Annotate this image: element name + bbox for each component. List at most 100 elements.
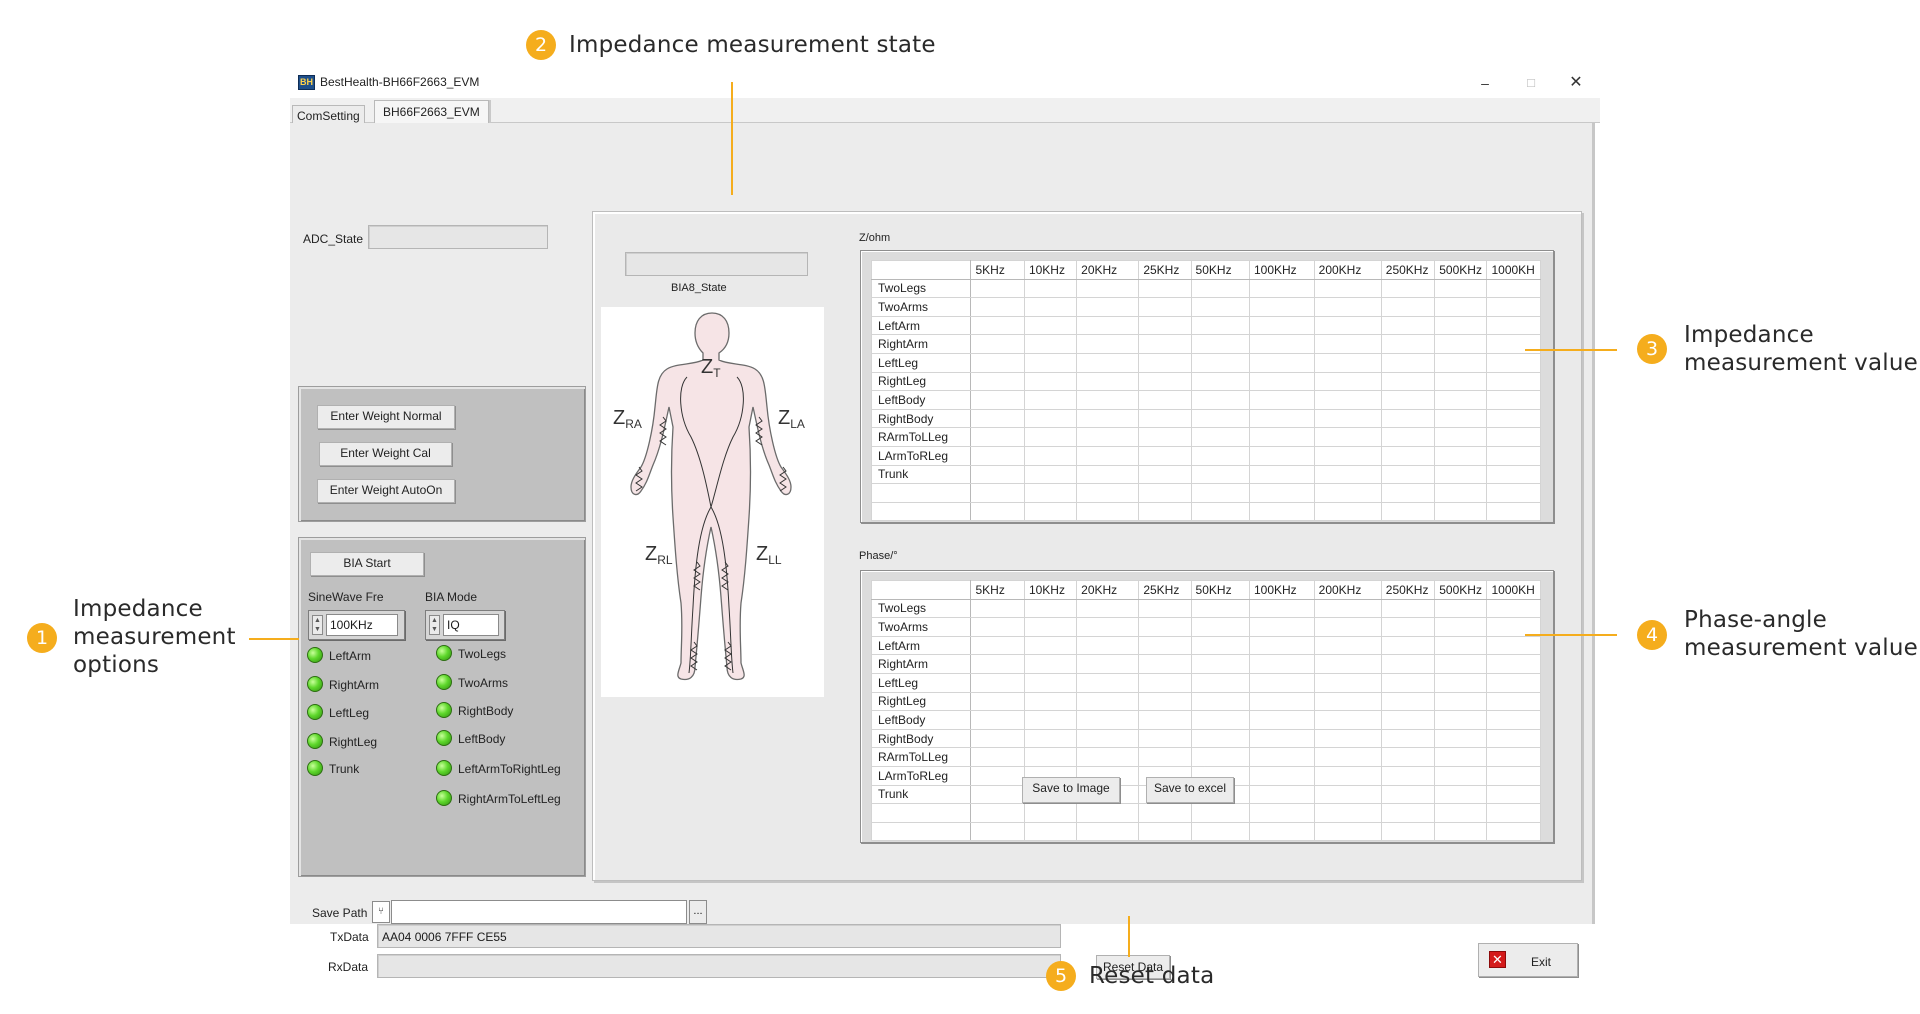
close-button[interactable]: ✕ <box>1556 71 1596 95</box>
table-cell[interactable] <box>1190 710 1250 730</box>
table-cell[interactable] <box>1434 445 1488 466</box>
enter-weight-cal-button[interactable]: Enter Weight Cal <box>319 442 452 466</box>
table-cell[interactable] <box>1248 728 1315 749</box>
table-cell[interactable] <box>1380 784 1436 805</box>
table-cell[interactable] <box>1076 710 1140 730</box>
table-cell[interactable] <box>1190 297 1250 317</box>
table-cell[interactable] <box>1023 617 1078 637</box>
table-cell[interactable] <box>1380 672 1436 693</box>
table-row[interactable]: TwoLegs <box>870 598 1541 619</box>
table-cell[interactable] <box>1023 315 1078 336</box>
table-cell[interactable] <box>1076 803 1140 823</box>
table-cell[interactable] <box>1076 635 1140 656</box>
table-cell[interactable] <box>1138 278 1192 299</box>
table-row[interactable]: RArmToLLeg <box>870 747 1541 767</box>
table-row[interactable] <box>870 821 1541 842</box>
table-cell[interactable] <box>1313 334 1382 354</box>
table-cell[interactable] <box>1313 710 1382 730</box>
table-cell[interactable] <box>1434 352 1488 373</box>
table-cell[interactable] <box>1486 710 1541 730</box>
table-cell[interactable] <box>1434 803 1488 823</box>
table-cell[interactable] <box>1313 352 1382 373</box>
table-cell[interactable] <box>1380 598 1436 619</box>
table-cell[interactable] <box>1190 654 1250 674</box>
table-cell[interactable] <box>1434 464 1488 485</box>
table-cell[interactable] <box>1138 598 1192 619</box>
table-cell[interactable] <box>1486 598 1541 619</box>
table-cell[interactable] <box>1486 691 1541 712</box>
table-cell[interactable] <box>970 464 1025 485</box>
table-cell[interactable] <box>1138 728 1192 749</box>
table-cell[interactable] <box>1076 315 1140 336</box>
table-cell[interactable] <box>1486 635 1541 656</box>
table-cell[interactable] <box>1434 635 1488 656</box>
table-cell[interactable] <box>1190 408 1250 429</box>
table-cell[interactable] <box>1023 598 1078 619</box>
table-cell[interactable] <box>1190 501 1250 522</box>
table-cell[interactable] <box>1076 445 1140 466</box>
table-cell[interactable] <box>1248 747 1315 767</box>
table-cell[interactable] <box>1486 654 1541 674</box>
table-cell[interactable] <box>1248 352 1315 373</box>
table-cell[interactable] <box>1380 710 1436 730</box>
table-row[interactable]: RightBody <box>870 728 1541 749</box>
table-cell[interactable] <box>1486 747 1541 767</box>
table-cell[interactable] <box>1023 501 1078 522</box>
table-cell[interactable] <box>970 672 1025 693</box>
table-cell[interactable] <box>870 803 972 823</box>
table-cell[interactable] <box>1248 371 1315 392</box>
table-cell[interactable] <box>1248 483 1315 503</box>
table-cell[interactable] <box>1380 654 1436 674</box>
maximize-button[interactable]: □ <box>1511 71 1551 95</box>
impedance-grid[interactable]: 5KHz 10KHz 20KHz 25KHz 50KHz 100KHz 200KHz 250K… <box>870 260 1541 522</box>
table-cell[interactable] <box>1138 464 1192 485</box>
table-cell[interactable] <box>1190 464 1250 485</box>
table-cell[interactable] <box>1434 821 1488 842</box>
table-cell[interactable] <box>1190 821 1250 842</box>
table-cell[interactable] <box>1248 598 1315 619</box>
table-cell[interactable] <box>1076 672 1140 693</box>
table-cell[interactable] <box>1380 617 1436 637</box>
table-cell[interactable] <box>1313 803 1382 823</box>
table-cell[interactable] <box>1486 765 1541 786</box>
table-cell[interactable] <box>1248 821 1315 842</box>
table-cell[interactable] <box>1076 483 1140 503</box>
table-cell[interactable] <box>970 765 1025 786</box>
enter-weight-autoon-button[interactable]: Enter Weight AutoOn <box>317 479 455 503</box>
table-cell[interactable] <box>1190 747 1250 767</box>
table-cell[interactable] <box>1486 390 1541 410</box>
table-cell[interactable] <box>1434 483 1488 503</box>
table-cell[interactable] <box>1023 672 1078 693</box>
table-cell[interactable] <box>1248 408 1315 429</box>
table-cell[interactable] <box>1380 635 1436 656</box>
table-cell[interactable] <box>1313 617 1382 637</box>
table-cell[interactable] <box>1076 501 1140 522</box>
table-cell[interactable] <box>1434 278 1488 299</box>
table-cell[interactable] <box>1486 728 1541 749</box>
table-cell[interactable] <box>1380 821 1436 842</box>
table-cell[interactable] <box>1023 710 1078 730</box>
table-cell[interactable] <box>1138 408 1192 429</box>
sinewave-frequency-selector[interactable]: ▲ ▼ 100KHz <box>308 610 405 640</box>
table-cell[interactable] <box>1434 427 1488 447</box>
table-cell[interactable] <box>1434 747 1488 767</box>
table-cell[interactable] <box>970 371 1025 392</box>
table-cell[interactable] <box>1313 598 1382 619</box>
table-cell[interactable] <box>1380 728 1436 749</box>
table-row[interactable]: LeftBody <box>870 710 1541 730</box>
table-row[interactable]: LArmToRLeg <box>870 445 1541 466</box>
table-cell[interactable] <box>1076 691 1140 712</box>
table-cell[interactable] <box>1313 297 1382 317</box>
table-cell[interactable] <box>1313 371 1382 392</box>
table-cell[interactable] <box>1248 427 1315 447</box>
spin-arrows-icon[interactable]: ▲ ▼ <box>429 615 440 635</box>
table-cell[interactable] <box>1023 427 1078 447</box>
table-cell[interactable] <box>1076 728 1140 749</box>
table-cell[interactable] <box>1380 765 1436 786</box>
table-row[interactable]: TwoArms <box>870 617 1541 637</box>
table-cell[interactable] <box>1434 315 1488 336</box>
table-cell[interactable] <box>1380 297 1436 317</box>
table-cell[interactable] <box>1380 427 1436 447</box>
table-cell[interactable] <box>1023 408 1078 429</box>
table-cell[interactable] <box>1486 821 1541 842</box>
